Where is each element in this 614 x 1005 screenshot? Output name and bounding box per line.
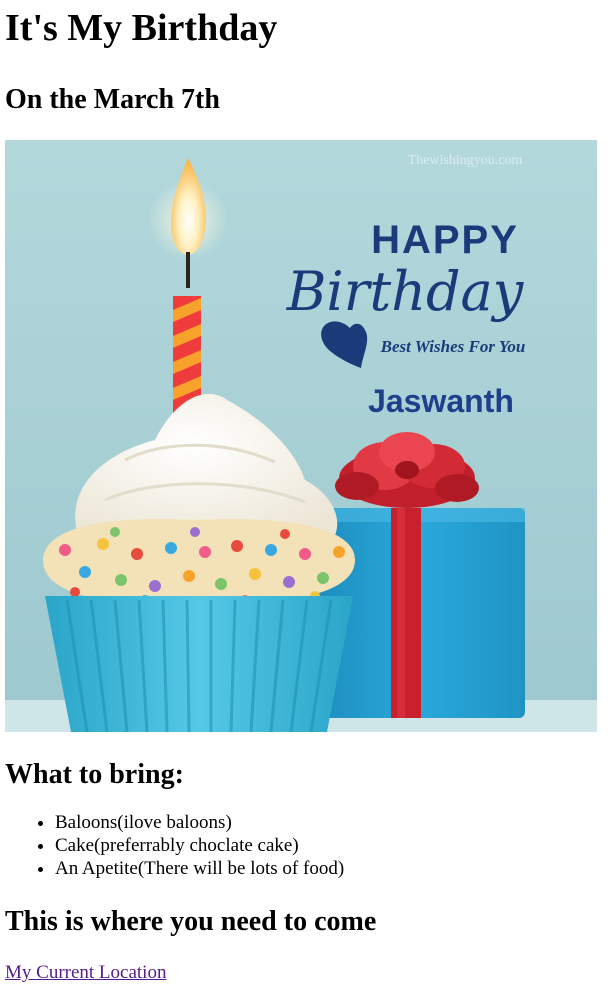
page-subtitle: On the March 7th: [5, 84, 220, 115]
list-item: Baloons(ilove baloons): [55, 811, 609, 834]
image-watermark: Thewishingyou.com: [408, 153, 523, 168]
image-wishes-text: Best Wishes For You: [380, 337, 526, 356]
location-heading: This is where you need to come: [5, 906, 377, 937]
list-item: An Apetite(There will be lots of food): [55, 857, 609, 880]
what-to-bring-heading: What to bring:: [5, 759, 184, 790]
page-title: It's My Birthday: [5, 7, 278, 49]
image-happy-text: HAPPY: [371, 218, 519, 262]
image-name-text: Jaswanth: [368, 383, 514, 419]
image-birthday-text: Birthday: [286, 260, 525, 323]
list-item: Cake(preferrably choclate cake): [55, 834, 609, 857]
location-link[interactable]: My Current Location: [5, 962, 166, 984]
bring-list: Baloons(ilove baloons) Cake(preferrably …: [5, 811, 609, 880]
page: It's My Birthday On the March 7th Thewis…: [0, 6, 614, 984]
birthday-image: Thewishingyou.com HAPPY Birthday Best Wi…: [5, 140, 597, 732]
